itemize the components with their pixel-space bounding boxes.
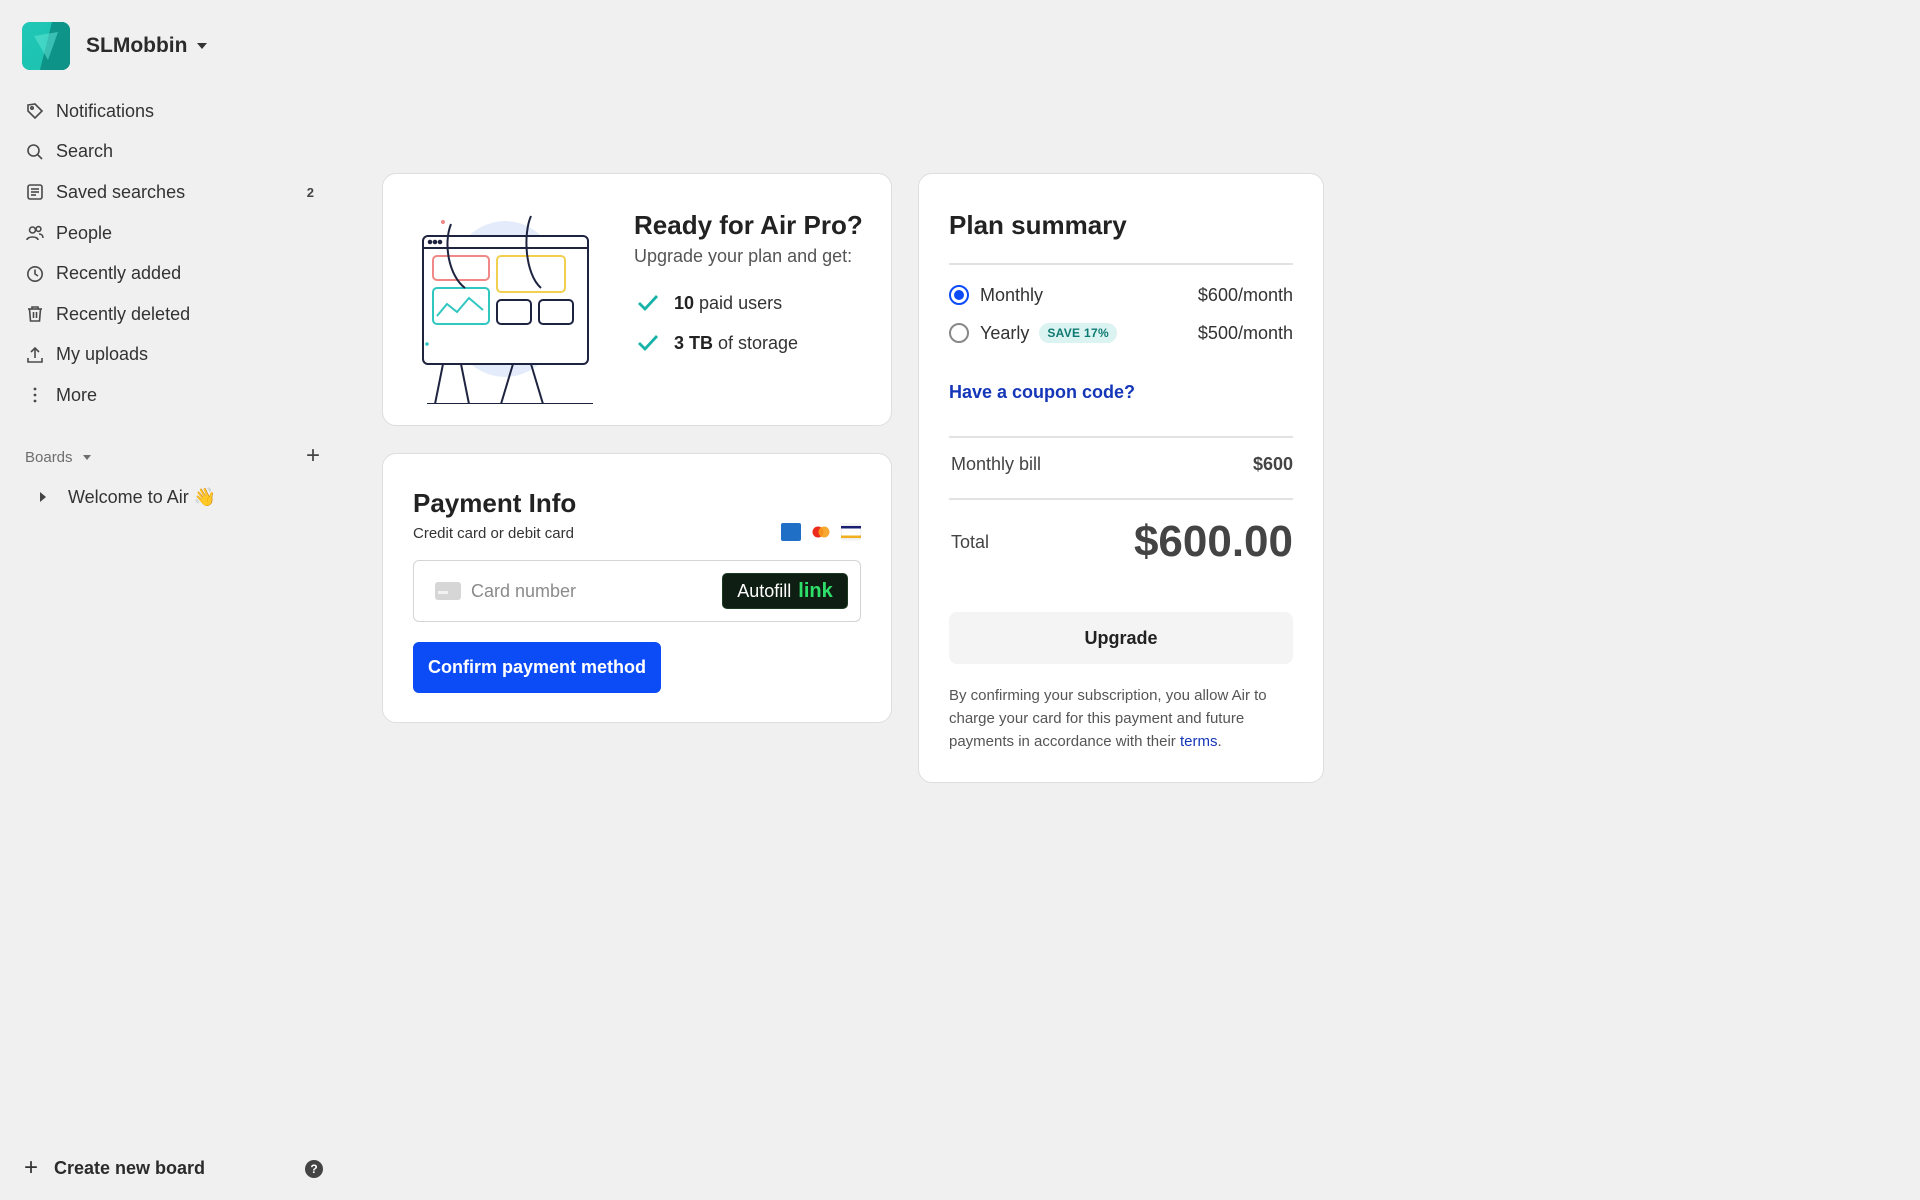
bill-label: Monthly bill xyxy=(951,454,1042,474)
sidebar: SLMobbin Notifications Search Saved sear… xyxy=(0,0,340,1200)
mastercard-icon xyxy=(811,523,831,541)
legal-end: . xyxy=(1217,733,1222,750)
plan-price: $500/month xyxy=(1197,322,1293,343)
sidebar-item-label: Search xyxy=(56,141,114,162)
upload-icon xyxy=(26,346,44,364)
plan-price: $600/month xyxy=(1197,284,1293,305)
sidebar-item-more[interactable]: More xyxy=(16,375,326,416)
plus-icon: + xyxy=(24,1154,39,1181)
radio-unselected-icon[interactable] xyxy=(949,323,969,343)
help-icon[interactable]: ? xyxy=(305,1160,323,1178)
create-board-label: Create new board xyxy=(54,1157,206,1178)
plan-summary-title: Plan summary xyxy=(949,210,1127,240)
divider xyxy=(949,498,1293,500)
link-logo: link xyxy=(798,579,833,602)
checkmark-icon xyxy=(638,295,659,312)
divider xyxy=(949,263,1293,265)
terms-link[interactable]: terms xyxy=(1180,733,1218,750)
people-carrying-board-illustration xyxy=(413,204,603,405)
sidebar-item-label: Saved searches xyxy=(56,181,186,202)
sidebar-item-recently-added[interactable]: Recently added xyxy=(16,253,326,294)
divider xyxy=(949,436,1293,438)
autofill-link-button[interactable]: Autofill link xyxy=(722,573,848,609)
promo-subtitle: Upgrade your plan and get: xyxy=(634,246,853,266)
chevron-down-icon[interactable] xyxy=(82,454,91,460)
sidebar-item-search[interactable]: Search xyxy=(16,132,326,173)
checkmark-icon xyxy=(638,335,659,352)
card-number-input[interactable]: Card number Autofill link xyxy=(413,560,861,622)
search-icon xyxy=(26,143,44,161)
sidebar-nav: Notifications Search Saved searches 2 Pe… xyxy=(16,91,326,416)
feature-storage: 3 TB of storage xyxy=(636,331,798,355)
plan-option-yearly[interactable]: Yearly SAVE 17% $500/month xyxy=(949,318,1293,348)
upgrade-promo-card: Ready for Air Pro? Upgrade your plan and… xyxy=(382,173,892,426)
more-vertical-icon xyxy=(26,386,44,404)
sidebar-item-label: Recently deleted xyxy=(56,303,191,324)
payment-info-card: Payment Info Credit card or debit card C… xyxy=(382,453,892,723)
upgrade-button[interactable]: Upgrade xyxy=(949,612,1293,664)
amex-icon xyxy=(781,523,801,541)
count-badge: 2 xyxy=(306,184,314,200)
feature-rest: of storage xyxy=(713,332,799,353)
create-new-board-button[interactable]: + Create new board xyxy=(24,1156,205,1180)
autofill-label: Autofill xyxy=(737,580,792,601)
feature-rest: paid users xyxy=(694,292,783,313)
coupon-code-link[interactable]: Have a coupon code? xyxy=(949,382,1135,403)
monthly-bill-row: Monthly bill $600 xyxy=(951,454,1293,475)
feature-bold: 10 xyxy=(674,292,695,313)
plan-summary-card: Plan summary Monthly $600/month Yearly S… xyxy=(918,173,1324,783)
save-badge: SAVE 17% xyxy=(1039,323,1117,343)
sidebar-item-people[interactable]: People xyxy=(16,213,326,254)
sidebar-item-label: Recently added xyxy=(56,263,182,284)
clock-icon xyxy=(26,265,44,283)
sidebar-item-recently-deleted[interactable]: Recently deleted xyxy=(16,294,326,335)
feature-text: 10 paid users xyxy=(674,293,782,314)
credit-card-icon xyxy=(435,582,461,600)
feature-bold: 3 TB xyxy=(674,332,714,353)
card-number-placeholder: Card number xyxy=(471,580,577,601)
chevron-right-icon[interactable] xyxy=(40,492,46,502)
board-item-welcome[interactable]: Welcome to Air 👋 xyxy=(40,483,216,511)
workspace-name: SLMobbin xyxy=(86,34,188,57)
promo-title: Ready for Air Pro? xyxy=(634,210,863,240)
confirm-payment-button[interactable]: Confirm payment method xyxy=(413,642,661,693)
legal-text: By confirming your subscription, you all… xyxy=(949,684,1297,753)
sidebar-item-label: People xyxy=(56,222,113,243)
people-icon xyxy=(26,224,44,242)
feature-paid-users: 10 paid users xyxy=(636,291,782,315)
plan-label: Yearly xyxy=(980,322,1030,343)
payment-title: Payment Info xyxy=(413,488,577,518)
payment-subtitle: Credit card or debit card xyxy=(413,525,574,542)
sidebar-item-label: Notifications xyxy=(56,100,155,121)
sidebar-item-label: My uploads xyxy=(56,344,149,365)
sidebar-item-my-uploads[interactable]: My uploads xyxy=(16,335,326,376)
total-row: Total $600.00 xyxy=(951,514,1293,570)
add-board-icon[interactable]: + xyxy=(301,444,325,469)
workspace-logo xyxy=(22,22,70,70)
trash-icon xyxy=(26,305,44,323)
tag-icon xyxy=(26,102,44,120)
sidebar-item-notifications[interactable]: Notifications xyxy=(16,91,326,132)
sidebar-item-saved-searches[interactable]: Saved searches 2 xyxy=(16,172,326,213)
total-label: Total xyxy=(951,531,990,552)
chevron-down-icon xyxy=(197,43,208,49)
feature-text: 3 TB of storage xyxy=(674,333,798,354)
total-value: $600.00 xyxy=(1133,517,1293,566)
visa-icon xyxy=(840,523,862,541)
boards-label: Boards xyxy=(25,448,73,466)
boards-header: Boards + xyxy=(25,444,325,470)
radio-selected-icon[interactable] xyxy=(949,285,969,305)
plan-option-monthly[interactable]: Monthly $600/month xyxy=(949,280,1293,310)
bill-value: $600 xyxy=(1252,454,1293,474)
saved-search-icon xyxy=(26,183,44,201)
plan-label: Monthly xyxy=(980,284,1044,305)
board-label: Welcome to Air 👋 xyxy=(68,486,217,507)
card-brands xyxy=(781,523,862,541)
workspace-switcher[interactable]: SLMobbin xyxy=(22,22,208,70)
sidebar-item-label: More xyxy=(56,384,98,405)
